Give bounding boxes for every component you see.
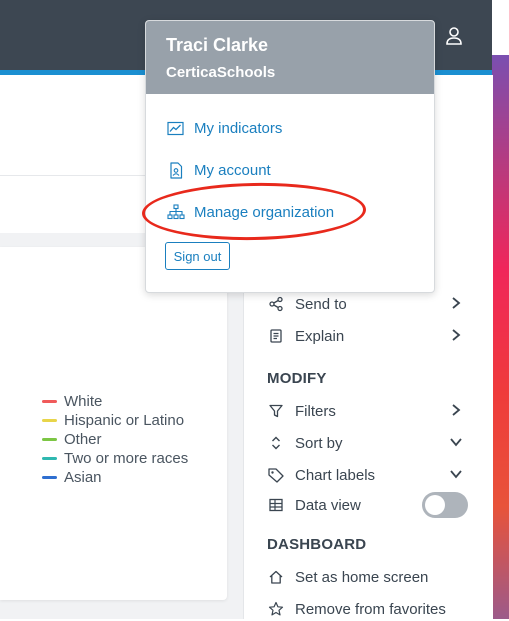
- legend-item-white[interactable]: White: [42, 392, 188, 411]
- user-menu-header: Traci Clarke CerticaSchools: [146, 21, 434, 94]
- tag-icon: [266, 466, 286, 484]
- legend-label: Hispanic or Latino: [64, 412, 185, 429]
- legend-swatch: [42, 457, 57, 460]
- home-icon: [266, 568, 286, 586]
- legend-item-other[interactable]: Other: [42, 430, 188, 449]
- data-view-label: Data view: [295, 496, 361, 514]
- sort-icon: [266, 434, 286, 452]
- document-icon: [266, 327, 286, 345]
- legend-item-hispanic[interactable]: Hispanic or Latino: [42, 411, 188, 430]
- legend-label: White: [64, 393, 103, 410]
- filters-menu-item[interactable]: Filters: [266, 399, 476, 423]
- background-gradient-strip: [492, 55, 509, 619]
- my-account-link[interactable]: My account: [166, 159, 271, 181]
- my-indicators-link[interactable]: My indicators: [166, 117, 282, 139]
- legend-swatch: [42, 438, 57, 441]
- chart-line-icon: [166, 119, 185, 137]
- legend-item-two-or-more[interactable]: Two or more races: [42, 449, 188, 468]
- legend-label: Two or more races: [64, 450, 189, 467]
- sort-by-label: Sort by: [295, 434, 343, 452]
- sign-out-button[interactable]: Sign out: [165, 242, 230, 270]
- chevron-down-icon: [450, 470, 462, 479]
- filter-icon: [266, 402, 286, 420]
- user-menu-dropdown: Traci Clarke CerticaSchools My indicator…: [145, 20, 435, 293]
- send-to-label: Send to: [295, 295, 347, 313]
- send-to-menu-item[interactable]: Send to: [266, 292, 476, 316]
- explain-menu-item[interactable]: Explain: [266, 324, 476, 348]
- chevron-down-icon: [450, 438, 462, 447]
- toggle-knob: [425, 495, 445, 515]
- user-icon[interactable]: [444, 26, 464, 46]
- my-indicators-label: My indicators: [194, 119, 283, 137]
- remove-favorites-menu-item[interactable]: Remove from favorites: [266, 597, 476, 621]
- modify-heading: MODIFY: [267, 370, 327, 387]
- chevron-right-icon: [452, 329, 461, 341]
- id-card-icon: [166, 161, 185, 179]
- legend-label: Asian: [64, 469, 102, 486]
- data-view-menu-item: Data view: [266, 493, 416, 517]
- remove-favorites-label: Remove from favorites: [295, 600, 446, 618]
- legend-label: Other: [64, 431, 102, 448]
- chart-labels-label: Chart labels: [295, 466, 376, 484]
- chart-labels-menu-item[interactable]: Chart labels: [266, 463, 476, 487]
- user-name: Traci Clarke: [166, 35, 269, 55]
- dashboard-heading: DASHBOARD: [267, 536, 367, 553]
- legend-swatch: [42, 476, 57, 479]
- page-edge: [492, 0, 509, 55]
- chevron-right-icon: [452, 404, 461, 416]
- chevron-right-icon: [452, 297, 461, 309]
- data-view-toggle[interactable]: [422, 492, 468, 518]
- set-home-screen-menu-item[interactable]: Set as home screen: [266, 565, 476, 589]
- legend-swatch: [42, 400, 57, 403]
- set-home-screen-label: Set as home screen: [295, 568, 429, 586]
- sort-by-menu-item[interactable]: Sort by: [266, 431, 476, 455]
- organization-name: CerticaSchools: [166, 64, 276, 81]
- my-account-label: My account: [194, 161, 271, 179]
- filters-label: Filters: [295, 402, 336, 420]
- legend-item-asian[interactable]: Asian: [42, 468, 188, 487]
- star-icon: [266, 600, 286, 618]
- legend-swatch: [42, 419, 57, 422]
- chart-legend: White Hispanic or Latino Other Two or mo…: [42, 392, 188, 487]
- table-icon: [266, 496, 286, 514]
- explain-label: Explain: [295, 327, 345, 345]
- share-icon: [266, 295, 286, 313]
